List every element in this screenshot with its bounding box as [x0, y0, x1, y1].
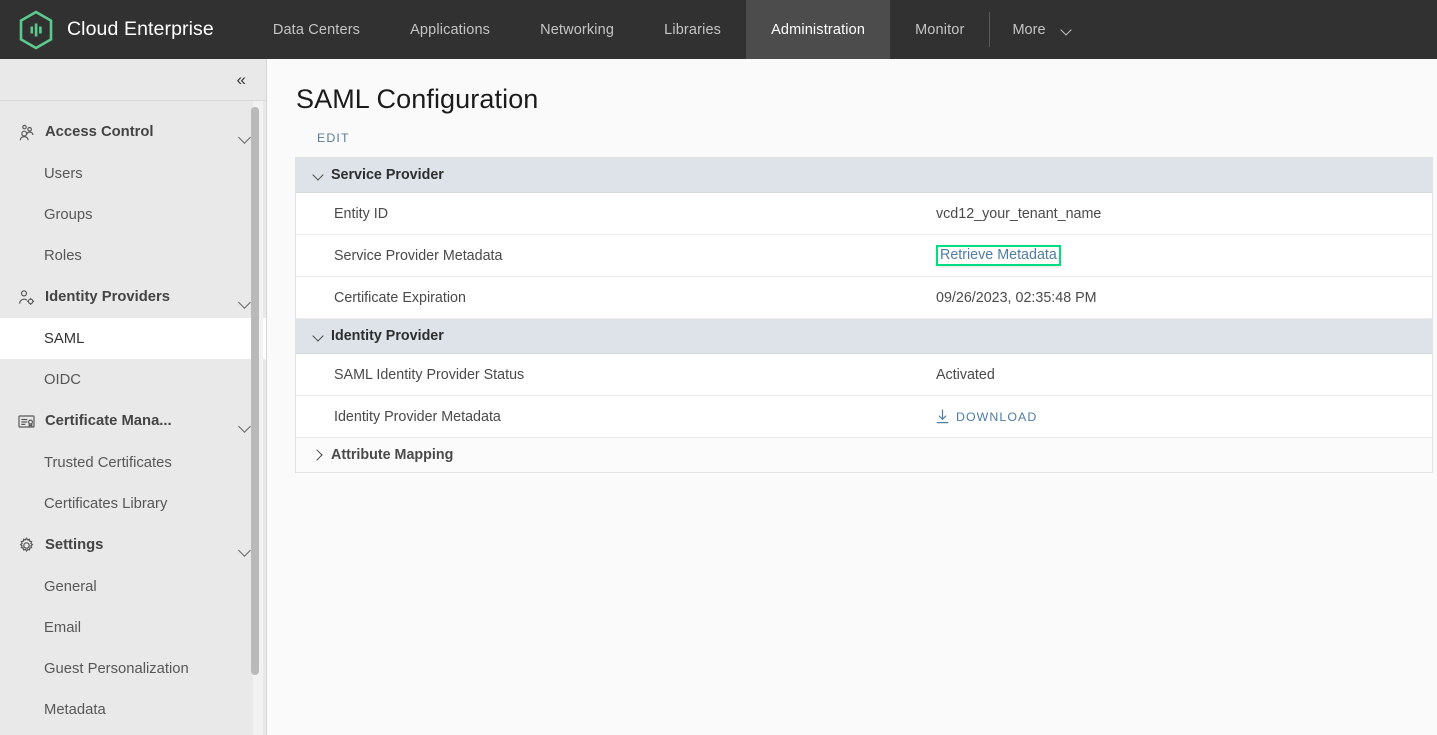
row-label: Certificate Expiration [334, 289, 466, 306]
hexagon-bars-logo-icon [19, 10, 53, 49]
sidebar-group-certificate-management[interactable]: Certificate Mana... [0, 400, 266, 442]
status-badge: Activated [936, 366, 995, 383]
row-label: SAML Identity Provider Status [334, 366, 525, 383]
sidebar-header: « [0, 59, 266, 101]
edit-button[interactable]: EDIT [317, 131, 350, 145]
gear-icon [16, 535, 36, 555]
chevron-down-icon [310, 328, 326, 344]
certificate-icon [16, 411, 36, 431]
user-gear-icon [16, 287, 36, 307]
sidebar-scrollbar-thumb[interactable] [251, 107, 259, 675]
sidebar-item-guest-personalization[interactable]: Guest Personalization [0, 648, 266, 689]
brand-area[interactable]: Cloud Enterprise [0, 0, 248, 59]
nav-item-more[interactable]: More [990, 0, 1094, 59]
download-label: DOWNLOAD [956, 409, 1038, 424]
row-label: Identity Provider Metadata [334, 408, 501, 425]
table-row: Entity ID vcd12_your_tenant_name [296, 193, 1432, 235]
row-value: Retrieve Metadata [936, 245, 1432, 266]
chevron-down-icon [1062, 26, 1073, 33]
brand-title: Cloud Enterprise [67, 18, 214, 40]
sidebar-group-label: Settings [45, 537, 104, 553]
nav-item-libraries[interactable]: Libraries [639, 0, 746, 59]
sidebar-item-metadata[interactable]: Metadata [0, 689, 266, 730]
sidebar-collapse-button[interactable]: « [235, 67, 247, 92]
sidebar-item-oidc[interactable]: OIDC [0, 359, 266, 400]
sidebar-item-saml[interactable]: SAML [0, 318, 266, 359]
nav-item-networking[interactable]: Networking [515, 0, 639, 59]
sidebar-scrollbar-track[interactable] [251, 101, 263, 735]
sidebar-item-trusted-certificates[interactable]: Trusted Certificates [0, 442, 266, 483]
sidebar: « Access Control Users Groups Roles Iden… [0, 59, 267, 735]
table-row: Identity Provider Metadata DOWNLOAD [296, 396, 1432, 438]
body-container: « Access Control Users Groups Roles Iden… [0, 59, 1437, 735]
retrieve-metadata-link[interactable]: Retrieve Metadata [940, 247, 1057, 263]
row-label: Entity ID [334, 205, 389, 222]
nav-item-applications[interactable]: Applications [385, 0, 515, 59]
page-title: SAML Configuration [296, 84, 539, 114]
row-value: vcd12_your_tenant_name [936, 206, 1432, 222]
highlight-box: Retrieve Metadata [936, 245, 1061, 266]
section-header-service-provider[interactable]: Service Provider [296, 158, 1432, 193]
sidebar-group-label: Access Control [45, 124, 154, 140]
download-button[interactable]: DOWNLOAD [936, 409, 1037, 424]
sidebar-item-certificates-library[interactable]: Certificates Library [0, 483, 266, 524]
saml-configuration-table: Service Provider Entity ID vcd12_your_te… [295, 157, 1433, 473]
sidebar-scroll-area: Access Control Users Groups Roles Identi… [0, 101, 266, 735]
row-value: Activated [936, 367, 1432, 383]
table-row: Certificate Expiration 09/26/2023, 02:35… [296, 277, 1432, 319]
chevron-down-icon [310, 167, 326, 183]
section-header-identity-provider[interactable]: Identity Provider [296, 319, 1432, 354]
sidebar-item-email[interactable]: Email [0, 607, 266, 648]
table-row: SAML Identity Provider Status Activated [296, 354, 1432, 396]
sidebar-item-users[interactable]: Users [0, 153, 266, 194]
sidebar-group-settings[interactable]: Settings [0, 524, 266, 566]
chevron-right-icon [310, 447, 326, 463]
row-label: Service Provider Metadata [334, 247, 503, 264]
section-title: Identity Provider [331, 328, 444, 344]
sidebar-item-general[interactable]: General [0, 566, 266, 607]
sidebar-group-identity-providers[interactable]: Identity Providers [0, 276, 266, 318]
section-header-attribute-mapping[interactable]: Attribute Mapping [296, 438, 1432, 473]
certificate-expiration-value: 09/26/2023, 02:35:48 PM [936, 289, 1097, 306]
main-content: SAML Configuration EDIT Service Provider… [267, 59, 1437, 735]
users-group-icon [16, 122, 36, 142]
nav-more-label: More [1012, 21, 1046, 38]
section-title: Service Provider [331, 167, 444, 183]
sidebar-group-access-control[interactable]: Access Control [0, 111, 266, 153]
row-value: 09/26/2023, 02:35:48 PM [936, 290, 1432, 306]
sidebar-group-label: Identity Providers [45, 289, 170, 305]
row-value: DOWNLOAD [936, 409, 1432, 424]
primary-nav: Data Centers Applications Networking Lib… [248, 0, 990, 59]
section-title: Attribute Mapping [331, 447, 454, 463]
nav-item-monitor[interactable]: Monitor [890, 0, 989, 59]
sidebar-group-label: Certificate Mana... [45, 413, 172, 429]
top-navigation-bar: Cloud Enterprise Data Centers Applicatio… [0, 0, 1437, 59]
nav-item-administration[interactable]: Administration [746, 0, 891, 59]
table-row: Service Provider Metadata Retrieve Metad… [296, 235, 1432, 277]
sidebar-item-roles[interactable]: Roles [0, 235, 266, 276]
download-icon [936, 409, 949, 424]
sidebar-item-groups[interactable]: Groups [0, 194, 266, 235]
nav-item-data-centers[interactable]: Data Centers [248, 0, 385, 59]
action-bar: EDIT [267, 115, 1437, 157]
entity-id-value: vcd12_your_tenant_name [936, 205, 1102, 222]
